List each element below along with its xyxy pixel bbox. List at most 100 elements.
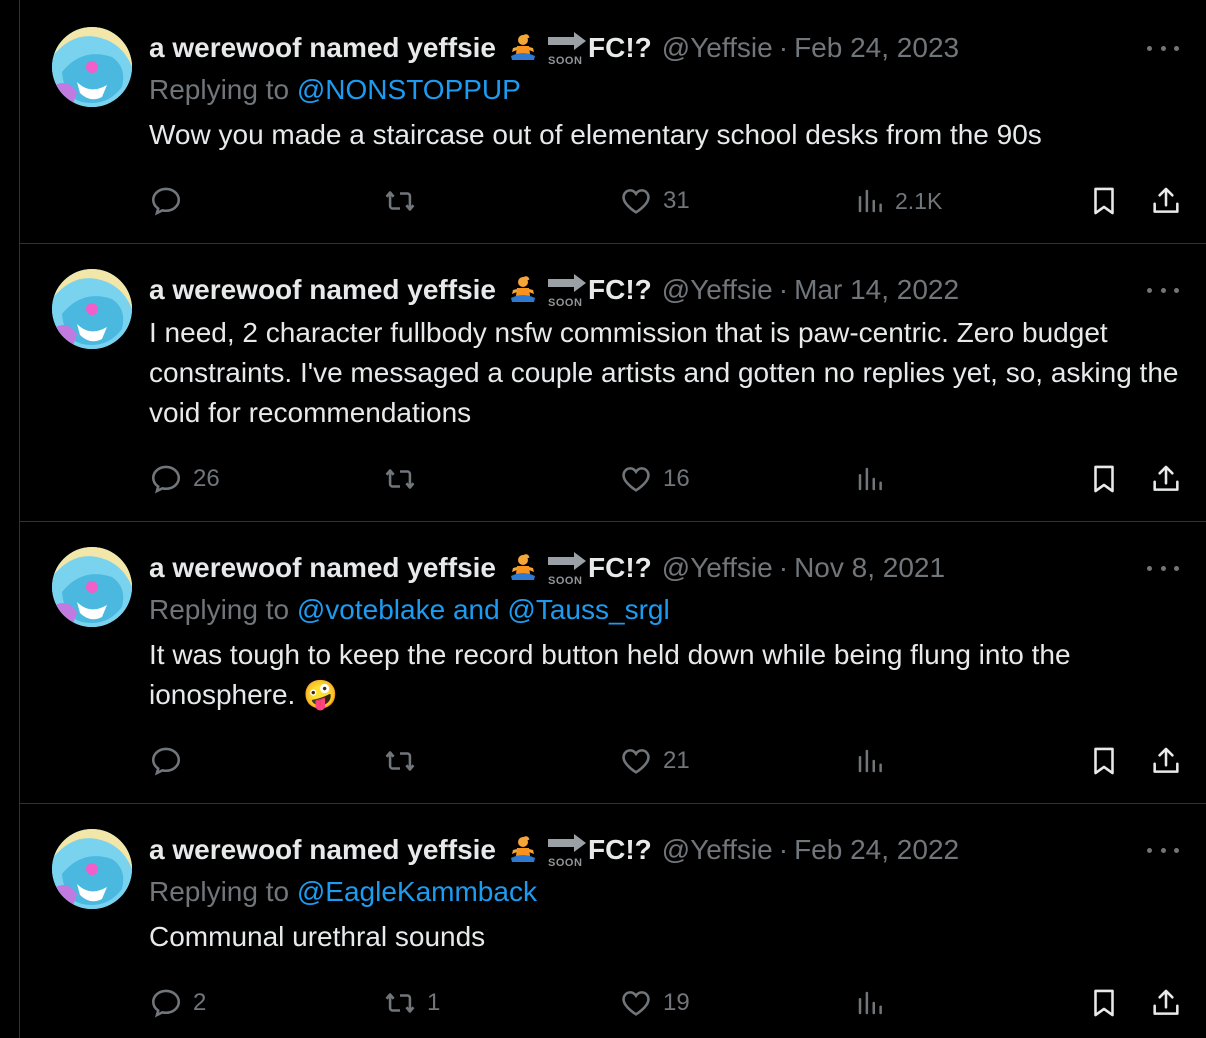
more-options-icon[interactable] [1147, 280, 1179, 300]
retweet-icon [385, 751, 415, 771]
avatar[interactable] [52, 547, 132, 627]
retweet-icon [385, 191, 415, 211]
heart-icon [622, 189, 650, 214]
like-button[interactable]: 19 [619, 983, 690, 1023]
views-button[interactable] [855, 741, 895, 781]
tweet[interactable]: a werewoof named yeffsie SOON FC!? @Yeff… [20, 0, 1206, 244]
reply-button[interactable] [149, 741, 193, 781]
bookmark-icon [1094, 989, 1114, 1017]
tweet[interactable]: a werewoof named yeffsie SOON FC!? @Yeff… [20, 244, 1206, 522]
tweet[interactable]: a werewoof named yeffsie SOON FC!? @Yeff… [20, 522, 1206, 804]
display-name[interactable]: a werewoof named yeffsie [149, 32, 496, 64]
avatar-image [52, 547, 132, 627]
tweet-actions: 21 [149, 741, 1189, 781]
views-button[interactable]: 2.1K [855, 181, 942, 221]
retweet-button[interactable] [383, 181, 427, 221]
tweet-text: Communal urethral sounds [149, 921, 486, 952]
replying-to: Replying to @EagleKammback [149, 876, 537, 907]
tweet-header: a werewoof named yeffsie SOON FC!? @Yeff… [149, 833, 959, 869]
bookmark-button[interactable] [1087, 741, 1121, 781]
mention-link[interactable]: @EagleKammback [297, 876, 537, 907]
more-options-icon[interactable] [1147, 558, 1179, 578]
tweet-header: a werewoof named yeffsie SOON FC!? @Yeff… [149, 31, 959, 67]
views-icon [858, 749, 882, 773]
tweet-feed: a werewoof named yeffsie SOON FC!? @Yeff… [19, 0, 1206, 1038]
share-icon [1153, 465, 1179, 491]
tweet-text: It was tough to keep the record button h… [149, 639, 1071, 710]
mention-link[interactable]: @voteblake and @Tauss_srgl [297, 594, 670, 625]
share-button[interactable] [1149, 983, 1183, 1023]
tweet-actions: 26 16 [149, 459, 1189, 499]
bookmark-button[interactable] [1087, 181, 1121, 221]
person-in-lotus-position-icon [508, 835, 538, 865]
bookmark-icon [1094, 747, 1114, 775]
views-button[interactable] [855, 983, 895, 1023]
retweet-icon [385, 469, 415, 489]
display-name[interactable]: a werewoof named yeffsie [149, 834, 496, 866]
bookmark-button[interactable] [1087, 983, 1121, 1023]
retweet-button[interactable] [383, 741, 427, 781]
tweet-actions: 31 2.1K [149, 181, 1189, 221]
soon-arrow-icon: SOON [546, 833, 588, 869]
avatar-image [52, 829, 132, 909]
tweet-date[interactable]: Mar 14, 2022 [794, 274, 959, 306]
person-in-lotus-position-icon [508, 275, 538, 305]
share-icon [1153, 747, 1179, 773]
tweet-actions: 2 1 19 [149, 983, 1189, 1023]
handle[interactable]: @Yeffsie [662, 274, 773, 306]
share-button[interactable] [1149, 741, 1183, 781]
reply-icon [151, 187, 181, 216]
like-button[interactable]: 31 [619, 181, 690, 221]
display-name[interactable]: a werewoof named yeffsie [149, 552, 496, 584]
replying-to: Replying to @NONSTOPPUP [149, 74, 521, 105]
reply-button[interactable]: 26 [149, 459, 220, 499]
separator-dot: · [778, 274, 789, 305]
retweet-button[interactable] [383, 459, 427, 499]
handle[interactable]: @Yeffsie [662, 552, 773, 584]
avatar[interactable] [52, 269, 132, 349]
heart-icon [622, 991, 650, 1016]
reply-icon [151, 747, 181, 776]
views-icon [858, 991, 882, 1015]
separator-dot: · [778, 32, 789, 63]
heart-icon [622, 467, 650, 492]
share-button[interactable] [1149, 459, 1183, 499]
avatar[interactable] [52, 27, 132, 107]
fc-label: FC!? [588, 274, 652, 305]
tweet-date[interactable]: Nov 8, 2021 [794, 552, 945, 584]
tweet-text: I need, 2 character fullbody nsfw commis… [149, 317, 1179, 428]
handle[interactable]: @Yeffsie [662, 834, 773, 866]
display-name[interactable]: a werewoof named yeffsie [149, 274, 496, 306]
bookmark-button[interactable] [1087, 459, 1121, 499]
avatar[interactable] [52, 829, 132, 909]
like-button[interactable]: 21 [619, 741, 690, 781]
handle[interactable]: @Yeffsie [662, 32, 773, 64]
soon-arrow-icon: SOON [546, 273, 588, 309]
tweet-date[interactable]: Feb 24, 2022 [794, 834, 959, 866]
more-options-icon[interactable] [1147, 38, 1179, 58]
person-in-lotus-position-icon [508, 553, 538, 583]
views-button[interactable] [855, 459, 895, 499]
replying-to: Replying to @voteblake and @Tauss_srgl [149, 594, 670, 625]
tweet-text: Wow you made a staircase out of elementa… [149, 119, 1042, 150]
retweet-button[interactable]: 1 [383, 983, 440, 1023]
tweet-date[interactable]: Feb 24, 2023 [794, 32, 959, 64]
fc-label: FC!? [588, 552, 652, 583]
views-icon [858, 467, 882, 491]
avatar-image [52, 269, 132, 349]
tweet[interactable]: a werewoof named yeffsie SOON FC!? @Yeff… [20, 804, 1206, 1038]
share-icon [1153, 989, 1179, 1015]
reply-button[interactable]: 2 [149, 983, 206, 1023]
reply-icon [151, 989, 181, 1018]
views-icon [858, 189, 882, 213]
heart-icon [622, 749, 650, 774]
fc-label: FC!? [588, 32, 652, 63]
separator-dot: · [778, 552, 789, 583]
like-button[interactable]: 16 [619, 459, 690, 499]
reply-button[interactable] [149, 181, 193, 221]
more-options-icon[interactable] [1147, 840, 1179, 860]
share-button[interactable] [1149, 181, 1183, 221]
mention-link[interactable]: @NONSTOPPUP [297, 74, 521, 105]
soon-arrow-icon: SOON [546, 31, 588, 67]
person-in-lotus-position-icon [508, 33, 538, 63]
